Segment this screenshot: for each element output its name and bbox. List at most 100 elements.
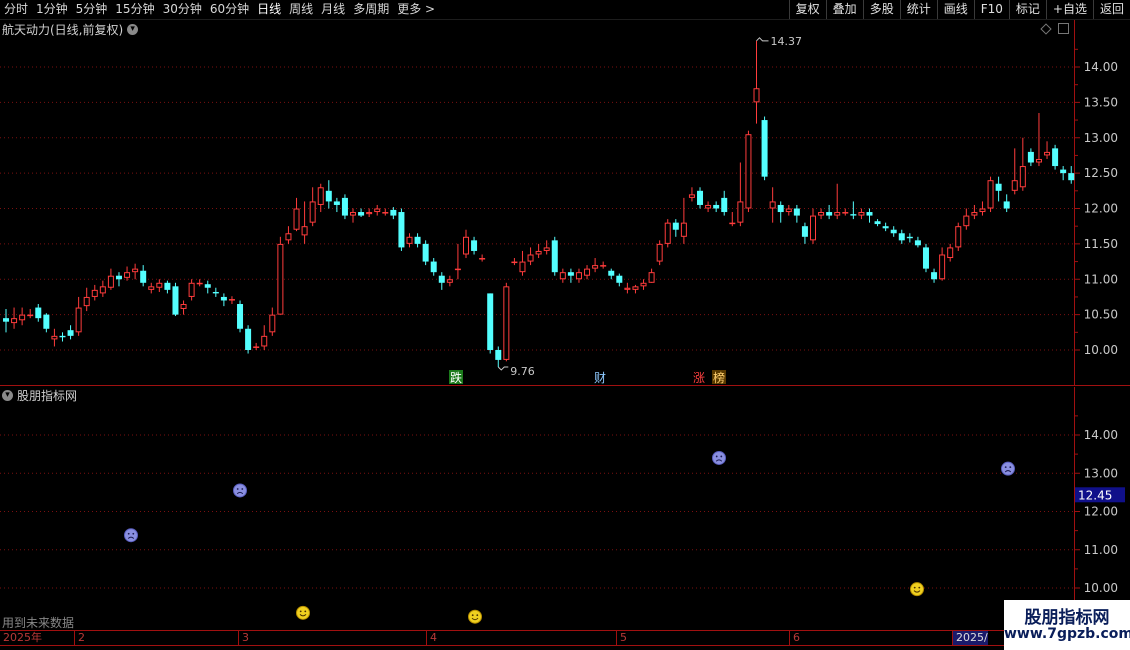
candle-body-up [132,268,139,273]
date-label: 4 [426,631,437,645]
candle-body-down [35,307,42,319]
candle-body-down [551,240,558,273]
candle-body-up [479,258,486,260]
candle-body-down [850,214,857,216]
candle-body-down [3,318,9,322]
date-label: 5 [616,631,627,645]
date-label: 2025年 [3,631,42,644]
candle-body-down [422,243,429,262]
candle-body-down [1052,148,1059,167]
sad-face-icon [124,528,138,543]
candle-body-up [51,335,58,340]
candle-body-down [906,236,913,239]
candle-body-up [842,212,849,214]
happy-face-eye [913,586,916,589]
sad-face-eye [132,532,135,535]
candle-body-down [721,197,728,213]
candle-body-down [414,236,421,244]
candle-body-up [1035,158,1042,163]
candle-body-down [826,212,833,216]
candle-body-down [390,209,397,216]
candle-body-down [220,296,227,301]
price-axis-label: 11.50 [1084,237,1118,251]
candle-body-down [995,183,1002,191]
sad-face-eye [720,455,723,458]
price-axis-label: 13.50 [1084,95,1118,109]
candle-body-down [438,275,445,283]
candle-body-up [858,212,865,216]
candle-body-up [939,254,946,280]
future-data-note: 用到未来数据 [2,616,75,630]
candle-body-down [164,282,171,290]
candle-body-up [955,226,962,248]
candle-body-down [898,233,905,241]
sad-face-eye [1009,466,1012,469]
happy-face-icon [296,605,310,620]
low-marker [497,366,509,371]
candle-body-down [245,328,252,350]
candle-body-up [632,286,639,290]
candle-body-down [1060,169,1067,174]
candle-body-up [600,265,607,267]
kline-chart[interactable]: 14.00 13.50 13.00 12.50 12.00 11.50 11.00 10.50… [0,0,1130,650]
sad-face-icon [1001,461,1015,476]
watermark-url: www.7gpzb.com [1004,626,1130,642]
price-axis-label: 12.50 [1084,166,1118,180]
candle-body-up [301,226,308,236]
candle-body-up [559,272,566,280]
candle-body-down [922,247,929,269]
candle-body-up [543,247,550,251]
candle-body-up [83,296,90,307]
candle-body-up [188,282,195,297]
watermark-logo: 股朋指标网 www.7gpzb.com [1004,600,1130,650]
candle-body-down [866,212,873,216]
candle-body-down [398,212,405,248]
candle-body-down [801,226,808,237]
event-marker: 涨 [693,370,705,385]
candle-body-up [277,243,284,315]
candle-body-down [608,270,615,276]
candle-body-up [753,88,760,103]
candle-body-down [697,190,704,205]
candle-body-down [890,229,897,234]
candle-body-up [107,275,114,288]
price-axis-label: 10.50 [1084,308,1118,322]
candle-body-down [358,212,365,216]
candle-body-up [11,318,18,324]
candle-body-up [285,233,292,241]
happy-face-icon [910,582,924,597]
indicator-axis-label: 12.00 [1084,505,1118,519]
candle-body-down [914,240,921,246]
candle-body-up [575,272,582,280]
candle-body-up [293,208,300,230]
candle-body-down [43,314,50,329]
indicator-axis-label: 13.00 [1084,466,1118,480]
sad-face-eye [1004,466,1007,469]
candle-body-up [19,314,26,321]
candle-body-up [640,282,647,287]
candle-body-down [59,335,66,338]
candle-body-up [987,180,994,209]
candle-body-up [317,187,324,205]
date-label: 2025/ [952,631,988,645]
happy-face-eye [918,586,921,589]
candle-body-up [745,134,752,209]
candle-body-down [212,291,219,294]
candle-body-down [761,120,768,177]
candle-body-down [237,304,244,329]
candle-body-up [253,346,260,348]
indicator-axis-label: 10.00 [1084,581,1118,595]
happy-face-eye [299,610,302,613]
candle-body-down [672,222,679,230]
candle-body-down [487,293,494,350]
candle-body-up [382,212,389,214]
candle-body-up [27,314,34,317]
candle-body-down [1068,173,1075,181]
candle-body-up [374,208,381,213]
candle-body-down [115,275,122,280]
high-price-label: 14.37 [771,35,803,48]
candle-body-down [793,208,800,216]
candle-body-up [656,243,663,262]
candle-body-down [874,221,881,225]
candle-body-up [664,222,671,244]
